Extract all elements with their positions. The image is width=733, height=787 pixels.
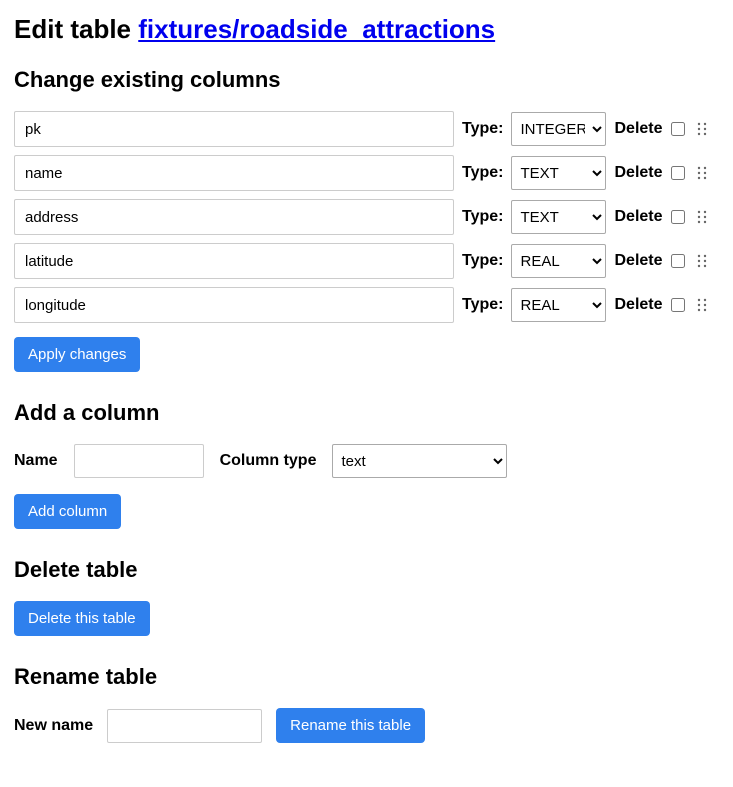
add-column-name-input[interactable]: [74, 444, 204, 478]
type-label: Type:: [462, 252, 503, 270]
rename-name-input[interactable]: [107, 709, 262, 743]
table-link[interactable]: fixtures/roadside_attractions: [138, 14, 495, 44]
add-column-button[interactable]: Add column: [14, 494, 121, 529]
column-row: Type: REAL Delete: [14, 287, 719, 323]
column-row: Type: TEXT Delete: [14, 199, 719, 235]
delete-checkbox[interactable]: [671, 166, 685, 180]
add-column-heading: Add a column: [14, 400, 719, 426]
delete-checkbox[interactable]: [671, 210, 685, 224]
drag-handle-icon[interactable]: [693, 163, 711, 183]
drag-handle-icon[interactable]: [693, 295, 711, 315]
delete-table-button[interactable]: Delete this table: [14, 601, 150, 636]
add-column-section: Add a column Name Column type text Add c…: [14, 400, 719, 529]
column-type-select[interactable]: TEXT: [511, 156, 606, 190]
rename-table-section: Rename table New name Rename this table: [14, 664, 719, 743]
type-label: Type:: [462, 120, 503, 138]
delete-checkbox[interactable]: [671, 254, 685, 268]
delete-checkbox[interactable]: [671, 298, 685, 312]
rename-name-label: New name: [14, 717, 93, 735]
delete-label: Delete: [614, 252, 662, 270]
add-column-type-select[interactable]: text: [332, 444, 507, 478]
type-label: Type:: [462, 164, 503, 182]
column-name-input[interactable]: [14, 199, 454, 235]
delete-label: Delete: [614, 164, 662, 182]
column-name-input[interactable]: [14, 111, 454, 147]
column-type-select[interactable]: TEXT: [511, 200, 606, 234]
page-title: Edit table fixtures/roadside_attractions: [14, 14, 719, 45]
type-label: Type:: [462, 296, 503, 314]
rename-table-button[interactable]: Rename this table: [276, 708, 425, 743]
drag-handle-icon[interactable]: [693, 207, 711, 227]
delete-label: Delete: [614, 296, 662, 314]
change-columns-section: Change existing columns Type: INTEGER Dele…: [14, 67, 719, 372]
column-row: Type: REAL Delete: [14, 243, 719, 279]
column-type-select[interactable]: INTEGER: [511, 112, 606, 146]
column-row: Type: INTEGER Delete: [14, 111, 719, 147]
delete-table-heading: Delete table: [14, 557, 719, 583]
delete-table-section: Delete table Delete this table: [14, 557, 719, 636]
drag-handle-icon[interactable]: [693, 251, 711, 271]
delete-label: Delete: [614, 208, 662, 226]
page-title-prefix: Edit table: [14, 14, 138, 44]
columns-container: Type: INTEGER Delete Type: TEXT Delete Type: TE…: [14, 111, 719, 323]
type-label: Type:: [462, 208, 503, 226]
change-columns-heading: Change existing columns: [14, 67, 719, 93]
column-name-input[interactable]: [14, 155, 454, 191]
column-type-select[interactable]: REAL: [511, 244, 606, 278]
column-name-input[interactable]: [14, 287, 454, 323]
column-name-input[interactable]: [14, 243, 454, 279]
add-column-name-label: Name: [14, 452, 58, 470]
delete-checkbox[interactable]: [671, 122, 685, 136]
add-column-type-label: Column type: [220, 452, 317, 470]
delete-label: Delete: [614, 120, 662, 138]
rename-table-heading: Rename table: [14, 664, 719, 690]
drag-handle-icon[interactable]: [693, 119, 711, 139]
apply-changes-button[interactable]: Apply changes: [14, 337, 140, 372]
column-row: Type: TEXT Delete: [14, 155, 719, 191]
column-type-select[interactable]: REAL: [511, 288, 606, 322]
